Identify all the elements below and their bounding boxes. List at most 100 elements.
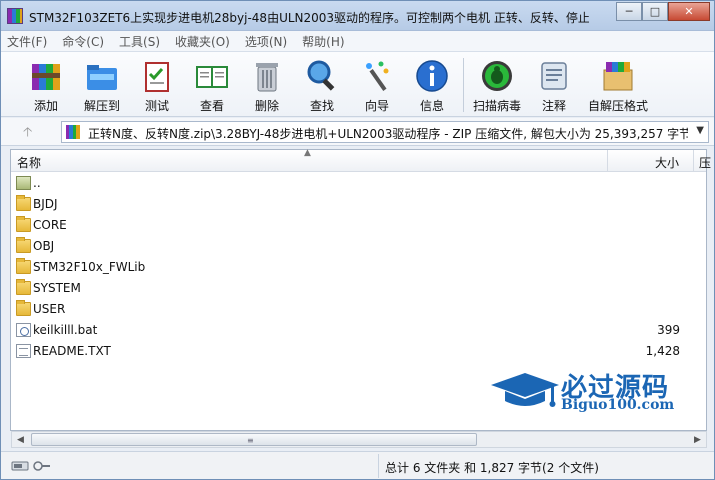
file-row[interactable]: SYSTEM	[11, 278, 706, 299]
archive-icon	[66, 125, 80, 139]
sfx-icon	[600, 58, 636, 94]
minimize-icon: ─	[625, 5, 633, 18]
toolbar-separator	[463, 58, 464, 112]
winrar-app-icon	[7, 8, 23, 24]
file-row[interactable]: CORE	[11, 215, 706, 236]
folder-icon	[16, 279, 31, 295]
file-row[interactable]: keilkilll.bat 399	[11, 320, 706, 341]
scroll-thumb[interactable]: ≡	[31, 433, 477, 446]
file-row[interactable]: USER	[11, 299, 706, 320]
add-archive-icon	[28, 58, 64, 94]
info-label: 信息	[419, 99, 444, 113]
maximize-button[interactable]: □	[642, 2, 668, 21]
comment-button[interactable]: 注释	[526, 56, 582, 114]
find-label: 查找	[309, 99, 334, 113]
file-name: OBJ	[33, 239, 55, 253]
delete-button[interactable]: 删除	[239, 56, 295, 114]
extract-to-label: 解压到	[83, 99, 120, 113]
column-name[interactable]: 名称	[17, 154, 41, 171]
virus-scan-button[interactable]: 扫描病毒	[469, 56, 525, 114]
path-combobox[interactable]: 正转N度、反转N度.zip\3.28BYJ-48步进电机+ULN2003驱动程序…	[61, 121, 709, 143]
sfx-button[interactable]: 自解压格式	[588, 56, 649, 114]
file-name: CORE	[33, 218, 67, 232]
view-label: 查看	[199, 99, 224, 113]
horizontal-scrollbar[interactable]: ◀ ≡ ▶	[11, 431, 707, 448]
view-icon	[194, 58, 230, 94]
menu-commands[interactable]: 命令(C)	[62, 33, 104, 50]
drive-key-icon	[11, 461, 50, 471]
text-file-icon	[16, 344, 31, 358]
up-folder-icon[interactable]: 🡡	[23, 123, 32, 145]
file-list-header: 名称 ▲ 大小 压	[11, 148, 711, 172]
folder-icon	[16, 300, 31, 316]
folder-icon	[16, 216, 31, 232]
watermark: 必过源码 Biguo100.com	[489, 367, 689, 415]
file-name: STM32F10x_FWLib	[33, 260, 146, 274]
sfx-label: 自解压格式	[588, 99, 649, 113]
file-name: ..	[33, 176, 41, 190]
file-size: 1,428	[645, 344, 680, 358]
file-name: SYSTEM	[33, 281, 81, 295]
wizard-button[interactable]: 向导	[349, 56, 405, 114]
file-rows: .. BJDJ CORE OBJ STM32F10x_FWLib SYSTEM USER ke…	[11, 173, 706, 362]
title-bar: STM32F103ZET6上实现步进电机28byj-48由ULN2003驱动的程…	[1, 1, 714, 31]
file-size: 399	[657, 323, 680, 337]
watermark-subtitle: Biguo100.com	[561, 397, 675, 413]
winrar-window: STM32F103ZET6上实现步进电机28byj-48由ULN2003驱动的程…	[0, 0, 715, 480]
chevron-down-icon[interactable]: ▼	[696, 125, 704, 136]
menu-help[interactable]: 帮助(H)	[302, 33, 344, 50]
file-name: README.TXT	[33, 344, 111, 358]
menu-favorites[interactable]: 收藏夹(O)	[175, 33, 230, 50]
graduation-cap-icon	[491, 373, 559, 407]
status-bar: 总计 6 文件夹 和 1,827 字节(2 个文件)	[1, 451, 714, 479]
file-name: BJDJ	[33, 197, 58, 211]
folder-icon	[16, 237, 31, 253]
maximize-icon: □	[649, 5, 661, 18]
scroll-right-icon[interactable]: ▶	[689, 432, 706, 447]
file-row[interactable]: ..	[11, 173, 706, 194]
column-packed[interactable]: 压	[699, 154, 711, 171]
minimize-button[interactable]: ─	[616, 2, 642, 21]
status-text: 总计 6 文件夹 和 1,827 字节(2 个文件)	[385, 461, 599, 475]
batch-file-icon	[16, 323, 31, 337]
file-name: keilkilll.bat	[33, 323, 98, 337]
add-button[interactable]: 添加	[18, 56, 74, 114]
column-separator[interactable]	[693, 150, 694, 172]
find-icon	[304, 58, 340, 94]
delete-icon	[249, 58, 285, 94]
menu-tools[interactable]: 工具(S)	[119, 33, 160, 50]
info-button[interactable]: 信息	[404, 56, 460, 114]
status-separator	[378, 454, 379, 478]
find-button[interactable]: 查找	[294, 56, 350, 114]
column-size[interactable]: 大小	[655, 154, 679, 171]
test-icon	[139, 58, 175, 94]
add-label: 添加	[33, 99, 58, 113]
folder-icon	[16, 195, 31, 211]
close-icon: ✕	[684, 5, 694, 18]
file-row[interactable]: README.TXT 1,428	[11, 341, 706, 362]
scroll-left-icon[interactable]: ◀	[12, 432, 29, 447]
folder-icon	[16, 258, 31, 274]
delete-label: 删除	[254, 99, 279, 113]
virus-scan-label: 扫描病毒	[472, 99, 521, 113]
test-label: 测试	[144, 99, 169, 113]
column-separator[interactable]	[607, 150, 608, 172]
close-button[interactable]: ✕	[668, 2, 710, 21]
info-icon	[414, 58, 450, 94]
wizard-label: 向导	[364, 99, 389, 113]
toolbar: 添加 解压到 测试 查看 删除 查找 向导 信息 扫描病毒 注释 自解压格式	[1, 51, 714, 117]
view-button[interactable]: 查看	[184, 56, 240, 114]
menu-options[interactable]: 选项(N)	[245, 33, 287, 50]
test-button[interactable]: 测试	[129, 56, 185, 114]
wizard-icon	[359, 58, 395, 94]
file-row[interactable]: BJDJ	[11, 194, 706, 215]
window-title: STM32F103ZET6上实现步进电机28byj-48由ULN2003驱动的程…	[29, 11, 589, 25]
file-row[interactable]: OBJ	[11, 236, 706, 257]
parent-folder-icon	[16, 176, 31, 190]
grip-icon: ≡	[247, 436, 254, 445]
file-row[interactable]: STM32F10x_FWLib	[11, 257, 706, 278]
sort-ascending-icon: ▲	[304, 148, 311, 158]
path-text: 正转N度、反转N度.zip\3.28BYJ-48步进电机+ULN2003驱动程序…	[88, 127, 688, 141]
extract-to-button[interactable]: 解压到	[74, 56, 130, 114]
menu-file[interactable]: 文件(F)	[7, 33, 47, 50]
